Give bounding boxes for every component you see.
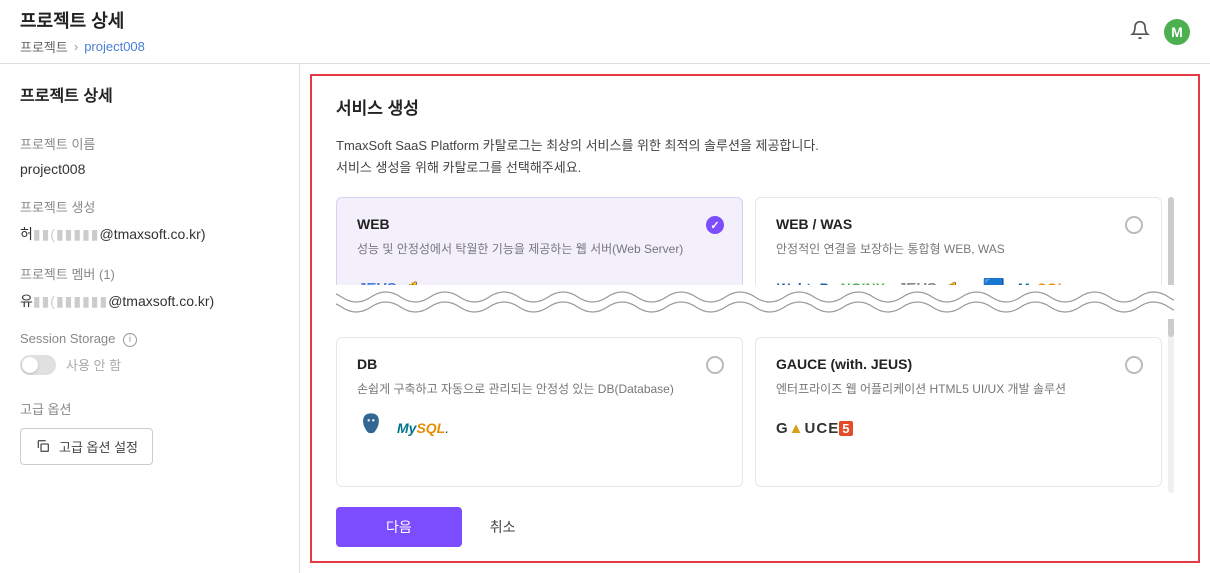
torn-edge-decoration: [336, 285, 1174, 319]
session-storage-label: Session Storage i: [20, 331, 279, 347]
card-desc: 손쉽게 구축하고 자동으로 관리되는 안정성 있는 DB(Database): [357, 380, 722, 397]
catalog-card-db[interactable]: DB 손쉽게 구축하고 자동으로 관리되는 안정성 있는 DB(Database…: [336, 337, 743, 487]
project-creator-value: 허▮▮(▮▮▮▮▮@tmaxsoft.co.kr): [20, 224, 279, 244]
breadcrumb: 프로젝트 › project008: [20, 37, 145, 56]
card-logos: G▲UCE5: [776, 411, 1141, 445]
bell-icon[interactable]: [1130, 20, 1150, 43]
page-header: 프로젝트 상세 프로젝트 › project008 M: [0, 0, 1210, 64]
project-members-label: 프로젝트 멤버 (1): [20, 264, 279, 283]
next-button[interactable]: 다음: [336, 507, 462, 547]
page-title: 프로젝트 상세: [20, 7, 145, 33]
advanced-options-label: 고급 옵션: [20, 399, 279, 418]
cancel-button[interactable]: 취소: [470, 507, 536, 547]
card-title: WEB: [357, 216, 722, 232]
session-storage-toggle[interactable]: [20, 355, 56, 375]
main-panel: 서비스 생성 TmaxSoft SaaS Platform 카탈로그는 최상의 …: [310, 74, 1200, 563]
sidebar-title: 프로젝트 상세: [20, 82, 279, 106]
card-desc: 엔터프라이즈 웹 어플리케이션 HTML5 UI/UX 개발 솔루션: [776, 380, 1141, 397]
masked-text: ▮▮(▮▮▮▮▮▮: [33, 293, 108, 309]
main: 서비스 생성 TmaxSoft SaaS Platform 카탈로그는 최상의 …: [300, 64, 1210, 573]
masked-text: ▮▮(▮▮▮▮▮: [33, 226, 100, 242]
info-icon[interactable]: i: [123, 333, 137, 347]
card-title: GAUCE (with. JEUS): [776, 356, 1141, 372]
card-logos: MySQL.: [357, 411, 722, 445]
chevron-right-icon: ›: [74, 39, 78, 54]
project-name-label: 프로젝트 이름: [20, 134, 279, 153]
breadcrumb-current[interactable]: project008: [84, 39, 145, 54]
project-creator-label: 프로젝트 생성: [20, 197, 279, 216]
card-title: DB: [357, 356, 722, 372]
card-desc: 안정적인 연결을 보장하는 통합형 WEB, WAS: [776, 240, 1141, 257]
card-desc: 성능 및 안정성에서 탁월한 기능을 제공하는 웹 서버(Web Server): [357, 240, 722, 257]
toggle-label: 사용 안 함: [66, 355, 121, 374]
header-left: 프로젝트 상세 프로젝트 › project008: [20, 7, 145, 56]
project-member-value: 유▮▮(▮▮▮▮▮▮@tmaxsoft.co.kr): [20, 291, 279, 311]
breadcrumb-root[interactable]: 프로젝트: [20, 37, 68, 56]
catalog-card-gauce[interactable]: GAUCE (with. JEUS) 엔터프라이즈 웹 어플리케이션 HTML5…: [755, 337, 1162, 487]
sidebar: 프로젝트 상세 프로젝트 이름 project008 프로젝트 생성 허▮▮(▮…: [0, 64, 300, 573]
catalog-list: WEB 성능 및 안정성에서 탁월한 기능을 제공하는 웹 서버(Web Ser…: [336, 197, 1174, 493]
advanced-options-button[interactable]: 고급 옵션 설정: [20, 428, 153, 465]
main-description: TmaxSoft SaaS Platform 카탈로그는 최상의 서비스를 위한…: [336, 135, 1174, 179]
header-right: M: [1130, 19, 1190, 45]
session-storage-toggle-row: 사용 안 함: [20, 355, 279, 375]
card-title: WEB / WAS: [776, 216, 1141, 232]
copy-icon: [35, 438, 51, 454]
body: 프로젝트 상세 프로젝트 이름 project008 프로젝트 생성 허▮▮(▮…: [0, 64, 1210, 573]
footer-buttons: 다음 취소: [336, 493, 1174, 561]
main-title: 서비스 생성: [336, 94, 1174, 119]
avatar[interactable]: M: [1164, 19, 1190, 45]
mysql-logo-icon: MySQL.: [397, 420, 449, 436]
postgresql-logo-icon: [357, 411, 385, 445]
gauce-logo-icon: G▲UCE5: [776, 420, 853, 437]
catalog-row-2: DB 손쉽게 구축하고 자동으로 관리되는 안정성 있는 DB(Database…: [336, 337, 1174, 487]
toggle-knob: [22, 357, 38, 373]
project-name-value: project008: [20, 161, 279, 177]
catalog-grid-container: WEB 성능 및 안정성에서 탁월한 기능을 제공하는 웹 서버(Web Ser…: [336, 197, 1174, 487]
